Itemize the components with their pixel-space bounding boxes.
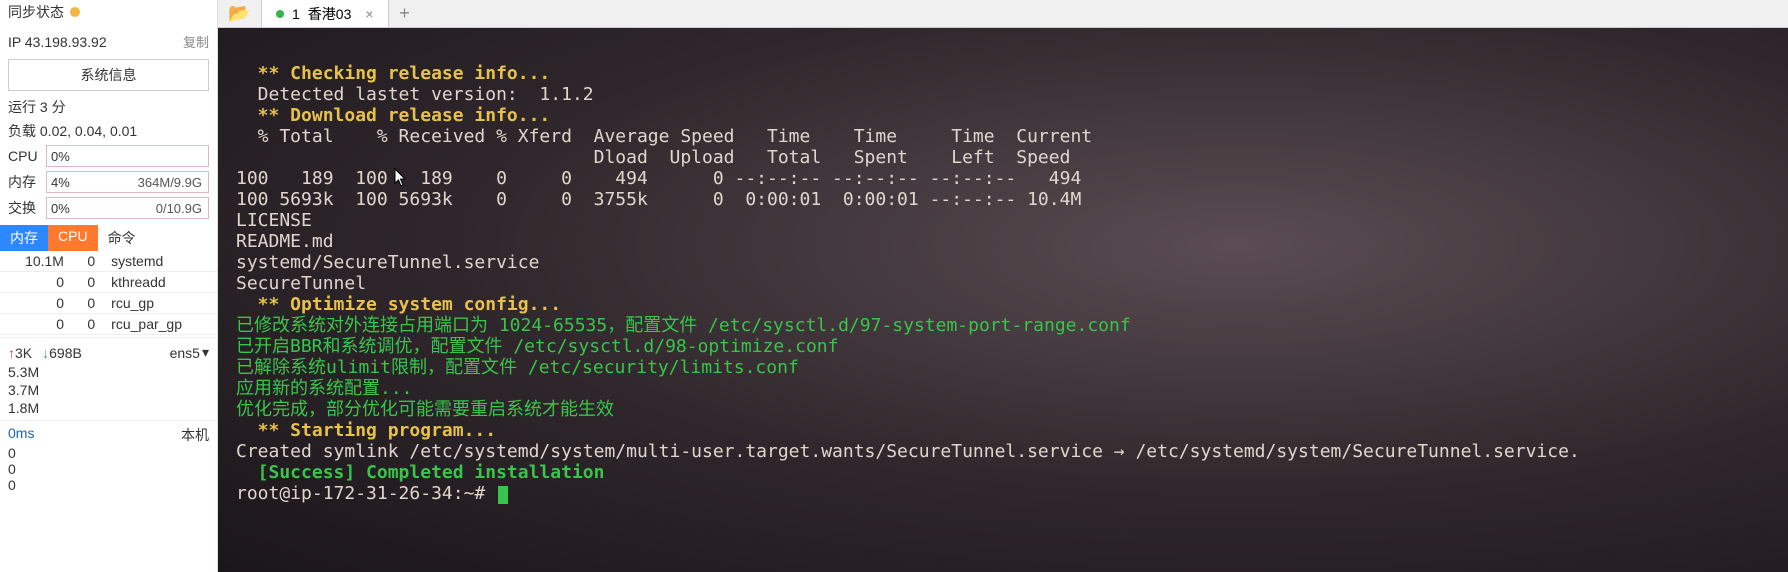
term-prompt: root@ip-172-31-26-34:~# [236,483,496,504]
cpu-percent: 0% [51,149,70,164]
term-line: 已修改系统对外连接占用端口为 1024-65535，配置文件 /etc/sysc… [236,315,1131,336]
term-line: 100 5693k 100 5693k 0 0 3755k 0 0:00:01 … [236,189,1081,210]
term-line: 应用新的系统配置... [236,378,413,399]
cpu-label: CPU [8,148,40,164]
download-speed: ↓698B [42,345,82,361]
sync-status-row: 同步状态 [0,0,217,28]
term-line: Dload Upload Total Spent Left Speed [236,147,1070,168]
swap-detail: 0/10.9G [156,201,202,216]
chevron-down-icon: ▾ [202,344,209,361]
tab-command[interactable]: 命令 [98,225,146,251]
copy-ip-button[interactable]: 复制 [183,32,209,51]
term-line: Created symlink /etc/systemd/system/mult… [236,441,1580,462]
sidebar: 同步状态 IP 43.198.93.92 复制 系统信息 运行 3 分 负载 0… [0,0,218,572]
mem-detail: 364M/9.9G [138,175,202,190]
process-tabs: 内存 CPU 命令 [0,225,217,251]
uptime-text: 运行 3 分 [0,95,217,119]
load-text: 负载 0.02, 0.04, 0.01 [0,119,217,143]
add-tab-button[interactable]: + [389,0,421,27]
term-line: [Success] Completed installation [236,462,604,483]
term-line: % Total % Received % Xferd Average Speed… [236,126,1092,147]
table-row[interactable]: 00kthreadd [0,272,217,293]
term-line: 100 189 100 189 0 0 494 0 --:--:-- --:--… [236,168,1081,189]
mem-label: 内存 [8,172,40,192]
terminal[interactable]: ** Checking release info... Detected las… [218,28,1788,572]
ip-text: IP 43.198.93.92 [8,34,107,50]
terminal-cursor-icon [498,486,508,504]
cpu-row: CPU 0% [0,143,217,169]
local-label[interactable]: 本机 [181,425,209,445]
traffic-graph-yaxis: 5.3M 3.7M 1.8M [0,363,217,418]
arrow-up-icon: ↑ [8,345,15,361]
term-line: ** Download release info... [236,105,550,126]
folder-icon: 📂 [228,3,250,24]
tab-memory[interactable]: 内存 [0,225,48,251]
swap-row: 交换 0% 0/10.9G [0,195,217,221]
main-area: 📂 1 香港03 × + ** Checking release info...… [218,0,1788,572]
mem-bar: 4% 364M/9.9G [46,171,209,193]
table-row[interactable]: 00rcu_par_gp [0,314,217,335]
ip-row: IP 43.198.93.92 复制 [0,28,217,55]
network-row: ↑3K ↓698B ens5 ▾ [0,337,217,363]
tab-number: 1 [292,6,300,22]
term-line: ** Starting program... [236,420,496,441]
term-line: 已解除系统ulimit限制，配置文件 /etc/security/limits.… [236,357,799,378]
tab-title: 香港03 [308,4,352,24]
swap-bar: 0% 0/10.9G [46,197,209,219]
table-row[interactable]: 00rcu_gp [0,293,217,314]
term-line: ** Checking release info... [236,63,550,84]
term-line: Detected lastet version: 1.1.2 [236,84,594,105]
terminal-tab[interactable]: 1 香港03 × [262,0,389,27]
swap-percent: 0% [51,201,70,216]
terminal-output: ** Checking release info... Detected las… [236,42,1770,525]
swap-label: 交换 [8,198,40,218]
cpu-bar: 0% [46,145,209,167]
term-line: 优化完成，部分优化可能需要重启系统才能生效 [236,399,614,420]
sync-status-label: 同步状态 [8,2,64,22]
connected-dot-icon [276,10,284,18]
term-line: README.md [236,231,334,252]
mem-percent: 4% [51,175,70,190]
tab-bar: 📂 1 香港03 × + [218,0,1788,28]
close-tab-button[interactable]: × [365,6,373,22]
term-line: systemd/SecureTunnel.service [236,252,539,273]
folder-button[interactable]: 📂 [218,0,262,27]
term-line: ** Optimize system config... [236,294,561,315]
table-row[interactable]: 10.1M0systemd [0,251,217,272]
term-line: LICENSE [236,210,312,231]
latency-row: 0ms 本机 [0,420,217,445]
term-line: 已开启BBR和系统调优，配置文件 /etc/sysctl.d/98-optimi… [236,336,838,357]
latency-value: 0ms [8,425,34,445]
mem-row: 内存 4% 364M/9.9G [0,169,217,195]
latency-graph-yaxis: 0 0 0 [0,445,217,493]
tab-cpu[interactable]: CPU [48,225,98,251]
upload-speed: ↑3K [8,345,32,361]
interface-select[interactable]: ens5 ▾ [170,344,209,361]
system-info-button[interactable]: 系统信息 [8,59,209,91]
sync-status-dot-icon [70,7,80,17]
process-table: 10.1M0systemd 00kthreadd 00rcu_gp 00rcu_… [0,251,217,335]
term-line: SecureTunnel [236,273,366,294]
